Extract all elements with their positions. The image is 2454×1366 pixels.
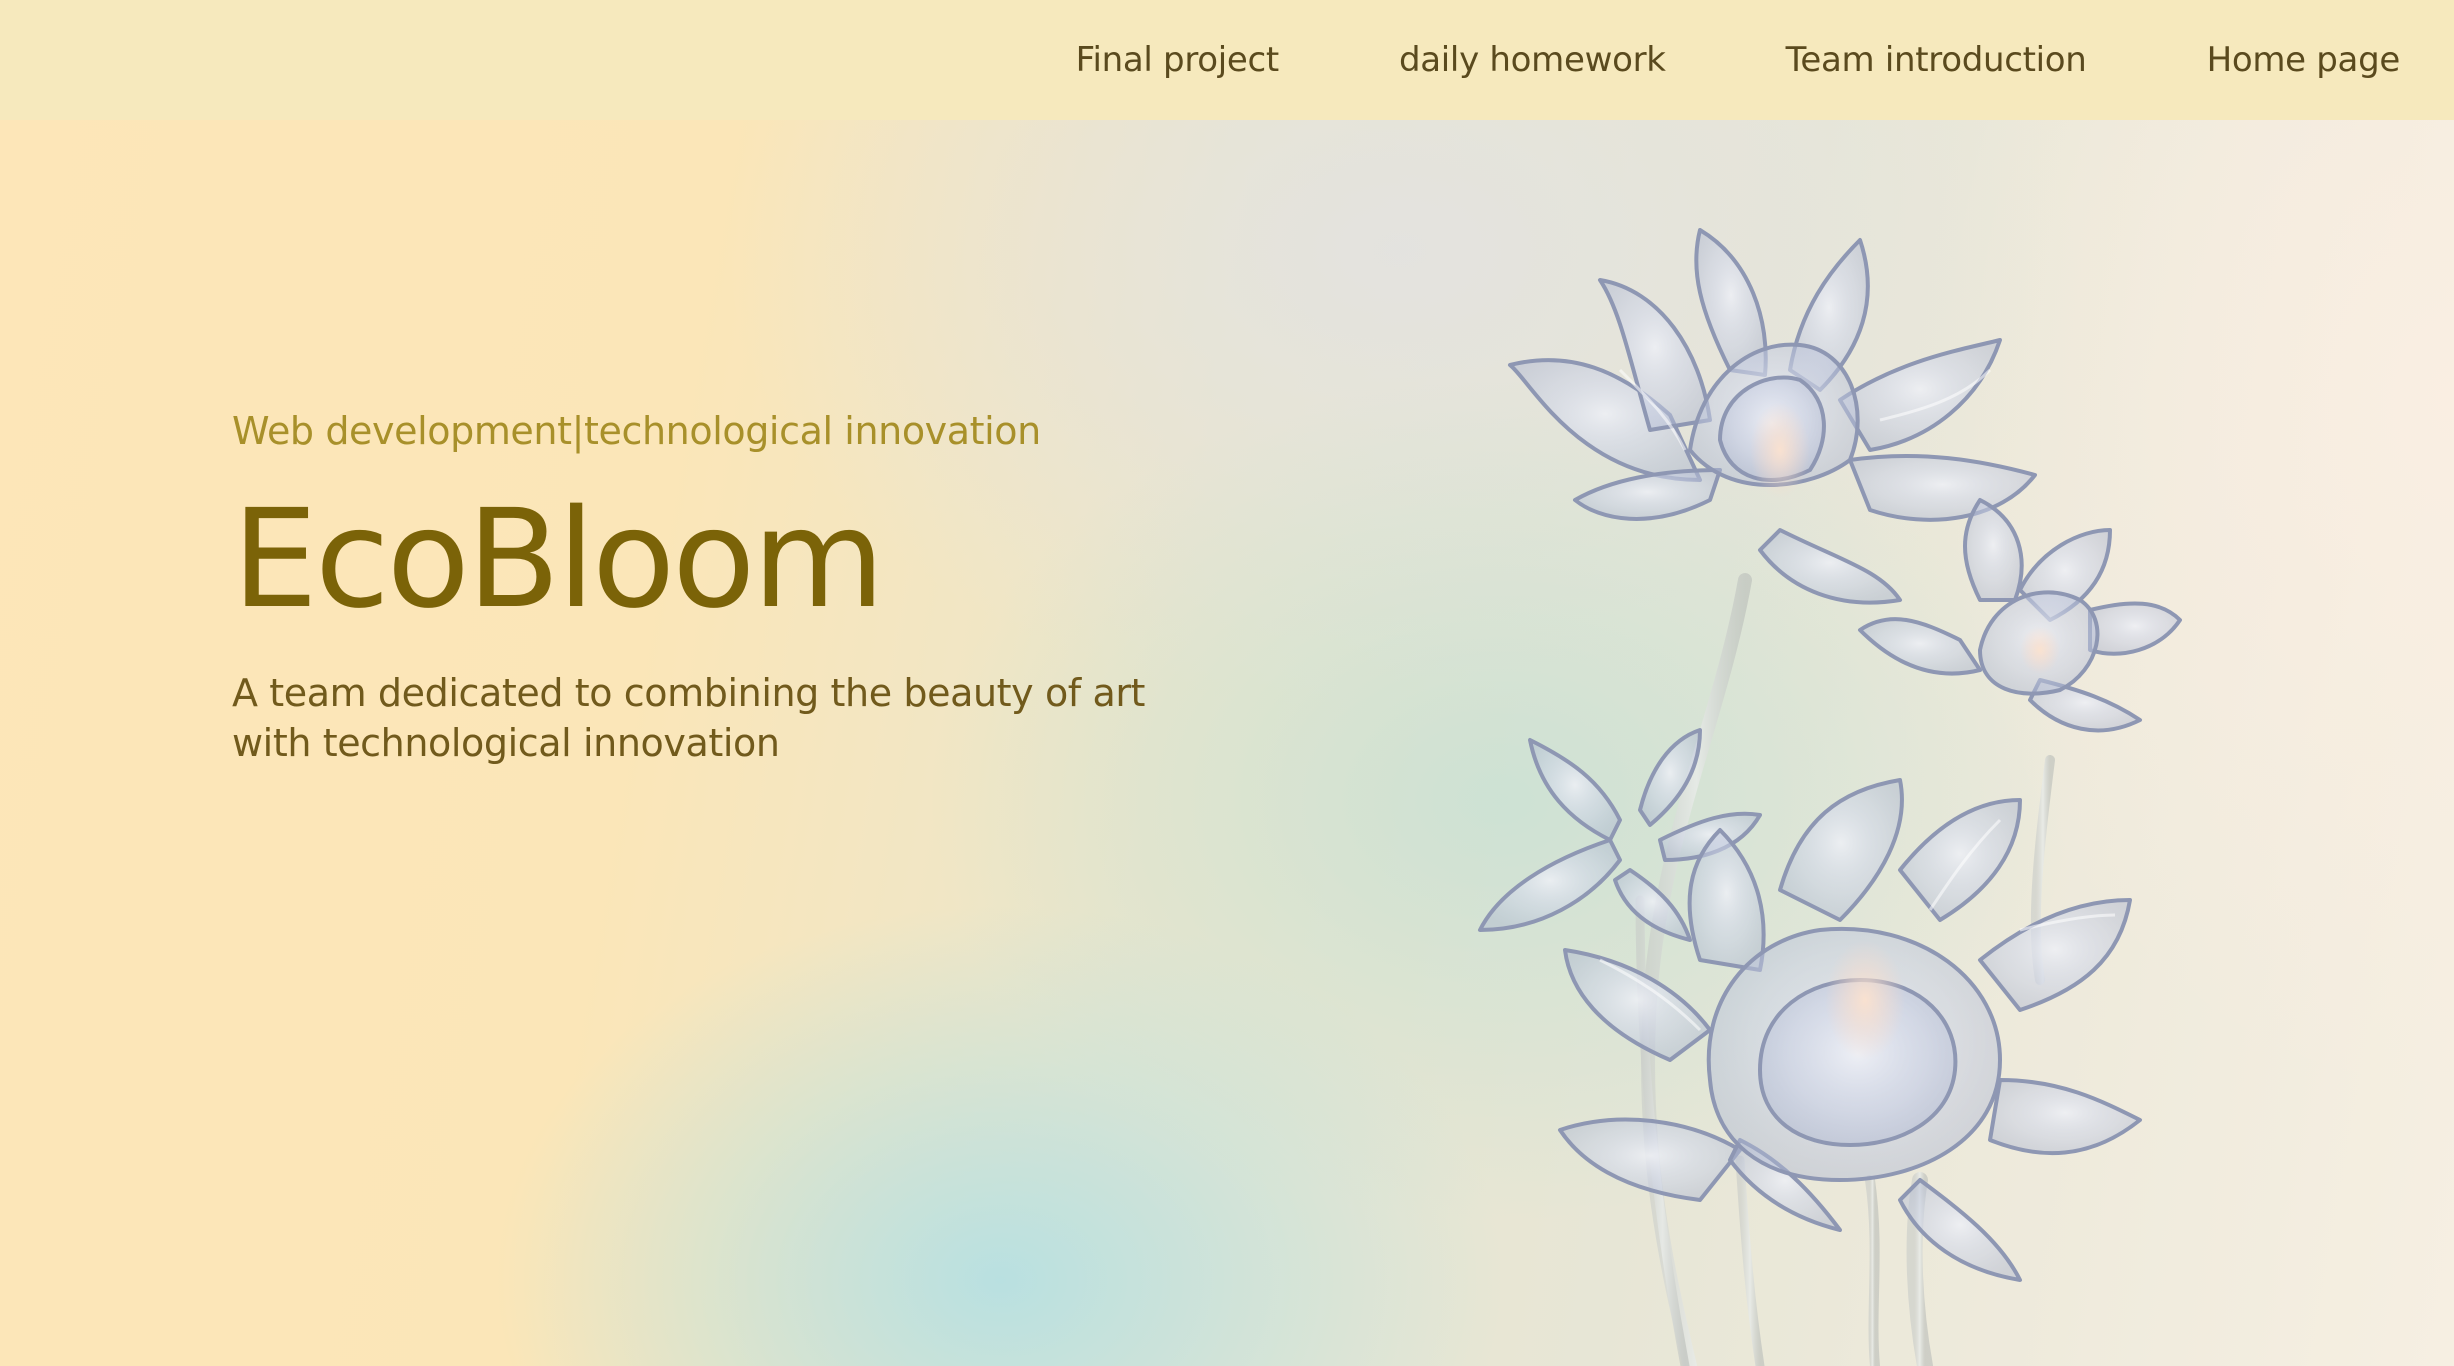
homepage: Final project daily homework Team introd…: [0, 0, 2454, 1366]
hero-title: EcoBloom: [232, 481, 885, 639]
flower-right: [1858, 498, 2182, 733]
glass-flowers-illustration: [1478, 228, 2182, 1366]
hero-description: A team dedicated to combining the beauty…: [232, 671, 1146, 765]
nav-link-home-page[interactable]: Home page: [2207, 40, 2401, 80]
hero-tagline: Web development|technological innovation: [232, 409, 1041, 453]
nav-link-final-project[interactable]: Final project: [1076, 40, 1280, 80]
nav-link-team-introduction[interactable]: Team introduction: [1786, 40, 2087, 80]
nav-link-daily-homework[interactable]: daily homework: [1399, 40, 1666, 80]
hero-section: Web development|technological innovation…: [232, 412, 1332, 768]
top-navigation-bar: Final project daily homework Team introd…: [0, 0, 2454, 120]
